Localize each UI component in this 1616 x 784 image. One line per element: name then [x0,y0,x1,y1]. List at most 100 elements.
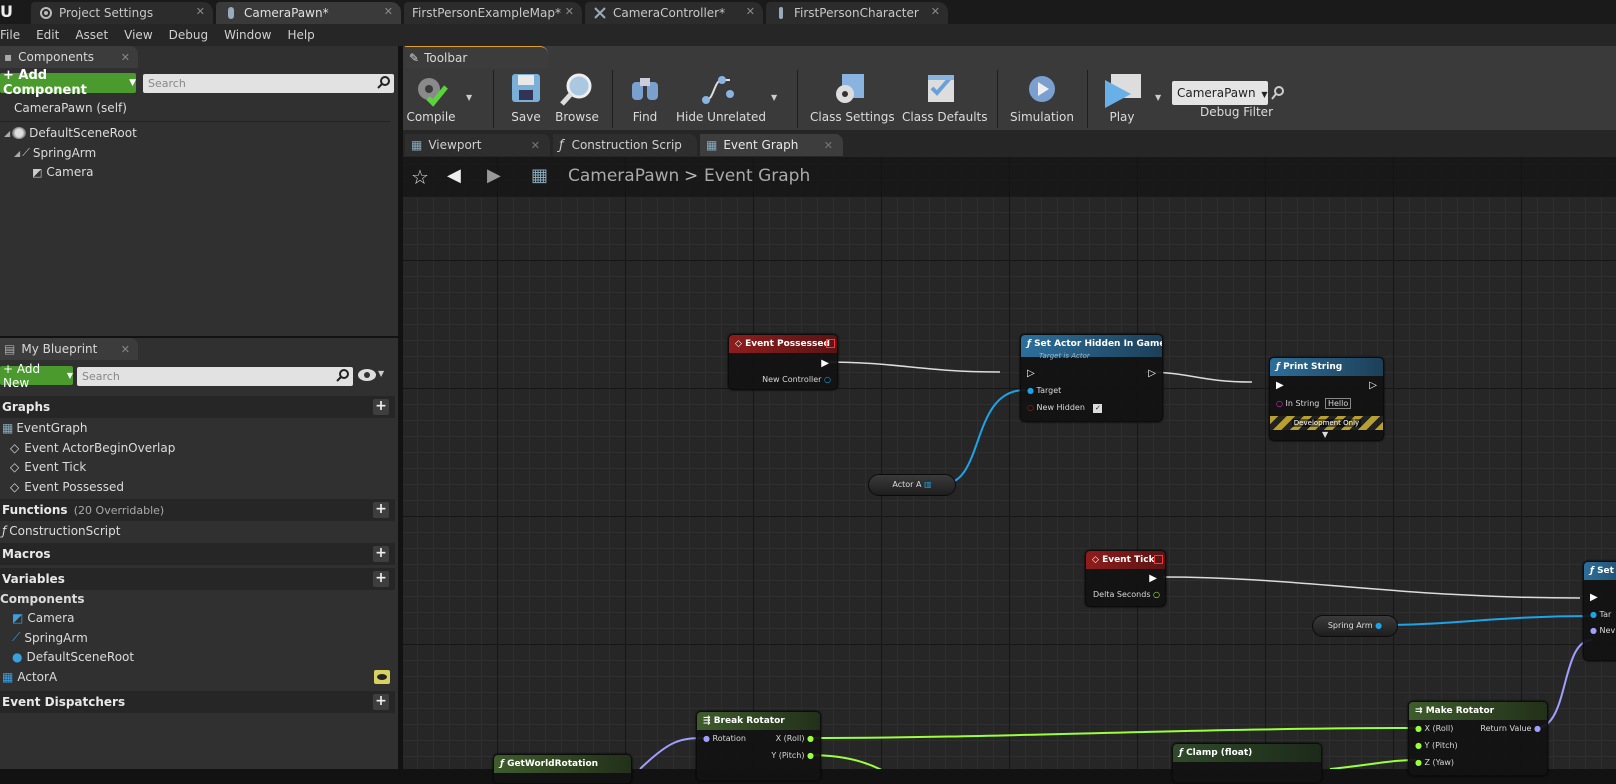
macros-header[interactable]: Macros + [0,543,395,565]
pin-y-pitch[interactable]: Y (Pitch) ● [771,751,814,760]
event-dispatchers-header[interactable]: Event Dispatchers + [0,691,395,713]
variables-header[interactable]: Variables + [0,568,395,590]
back-arrow-icon[interactable]: ◀ [447,165,461,186]
close-icon[interactable]: ✕ [121,51,130,64]
event-item[interactable]: ◇ Event Possessed [10,480,124,494]
pin-y-pitch[interactable]: ● Y (Pitch) [1415,741,1458,750]
add-function-button[interactable]: + [373,502,389,518]
exec-in-pin[interactable]: ▶ [1590,592,1598,603]
simulation-button[interactable]: Simulation [1010,70,1074,128]
tree-item-defaultsceneroot[interactable]: ◢ DefaultSceneRoot [4,126,137,140]
add-new-button[interactable]: + Add New ▼ [0,362,73,390]
add-macro-button[interactable]: + [373,546,389,562]
browse-button[interactable]: Browse [555,70,599,128]
play-button[interactable]: Play [1098,70,1146,128]
toolbar-tab[interactable]: ✎ Toolbar [405,46,548,68]
menu-view[interactable]: View [116,28,160,42]
string-value-field[interactable]: Hello [1324,398,1352,409]
graph-eventgraph[interactable]: ▦ EventGraph [2,421,88,435]
variable-defaultsceneroot[interactable]: ● DefaultSceneRoot [12,650,134,664]
doc-tab-firstpersoncharacter[interactable]: FirstPersonCharacter ✕ [766,2,948,24]
play-options-chevron-icon[interactable]: ▼ [1155,93,1161,102]
function-item[interactable]: ƒ ConstructionScript [2,524,120,538]
close-icon[interactable]: ✕ [931,5,940,18]
class-defaults-button[interactable]: Class Defaults [902,70,987,128]
variable-springarm[interactable]: ⟋ SpringArm [12,630,88,645]
close-icon[interactable]: ✕ [531,139,540,152]
close-icon[interactable]: ✕ [824,139,833,152]
doc-tab-project-settings[interactable]: Project Settings ✕ [31,2,213,24]
debug-search-icon[interactable] [1270,85,1286,101]
hide-unrelated-button[interactable]: Hide Unrelated [676,70,766,128]
graphs-header[interactable]: Graphs + [0,396,395,418]
pin-new-value[interactable]: ● Nev [1590,626,1615,635]
eye-icon[interactable] [358,369,376,381]
visibility-eye-icon[interactable] [374,670,390,684]
node-set-actor-hidden[interactable]: ƒ Set Actor Hidden In Game Target is Act… [1020,334,1163,422]
node-actor-a-getter[interactable]: Actor A ▥ [868,474,956,496]
close-icon[interactable]: ✕ [384,5,393,18]
menu-debug[interactable]: Debug [161,28,216,42]
node-print-string[interactable]: ƒ Print String ▶ ▷ ○ In String Hello Dev… [1269,357,1384,441]
expand-arrow-icon[interactable]: ◢ [14,149,20,158]
forward-arrow-icon[interactable]: ▶ [487,165,501,186]
pin-x-roll[interactable]: ● X (Roll) [1415,724,1453,733]
exec-out-pin[interactable]: ▷ [1369,380,1377,391]
my-blueprint-tab[interactable]: ▤ My Blueprint ✕ [0,338,138,360]
find-button[interactable]: Find [625,70,665,128]
expand-node-chevron-icon[interactable]: ▼ [1322,430,1328,439]
doc-tab-cameracontroller[interactable]: CameraController* ✕ [585,2,763,24]
unreal-logo-icon[interactable]: U [0,2,14,22]
expand-arrow-icon[interactable]: ◢ [4,129,10,138]
components-search-input[interactable]: Search [143,74,394,93]
breadcrumb-root[interactable]: CameraPawn [568,166,679,186]
pin-rotation[interactable]: ● Rotation [703,734,746,743]
compile-options-chevron-icon[interactable]: ▼ [466,93,472,102]
close-icon[interactable]: ✕ [565,5,574,18]
close-icon[interactable]: ✕ [121,343,130,356]
menu-window[interactable]: Window [216,28,279,42]
menu-help[interactable]: Help [279,28,322,42]
doc-tab-camerapawn[interactable]: CameraPawn* ✕ [216,2,401,24]
node-event-possessed[interactable]: ◇ Event Possessed ▶ New Controller ○ [728,334,838,390]
doc-tab-map[interactable]: FirstPersonExampleMap* ✕ [404,2,582,24]
chevron-down-icon[interactable]: ▼ [378,369,384,378]
pin-in-string[interactable]: ○ In String Hello [1276,398,1352,409]
node-spring-arm-getter[interactable]: Spring Arm ● [1312,615,1398,637]
tab-viewport[interactable]: ▦ Viewport ✕ [405,134,550,156]
tab-construction-script[interactable]: ƒ Construction Scrip [553,134,697,156]
pin-target[interactable]: ● Tar [1590,610,1611,619]
components-tab[interactable]: ▪ Components ✕ [0,46,138,68]
event-item[interactable]: ◇ Event ActorBeginOverlap [10,441,175,455]
pin-new-hidden[interactable]: ○ New Hidden ✓ [1027,403,1103,413]
compile-button[interactable]: Compile [405,70,457,128]
add-component-button[interactable]: + Add Component ▼ [0,68,136,98]
tree-item-springarm[interactable]: ◢ ⟋ SpringArm [14,146,96,160]
pin-z-yaw[interactable]: ● Z (Yaw) [1415,758,1454,767]
pin-return-value[interactable]: Return Value ● [1480,724,1541,733]
add-variable-button[interactable]: + [373,571,389,587]
pin-new-controller[interactable]: New Controller ○ [762,375,831,384]
exec-out-pin[interactable]: ▶ [1149,573,1157,584]
close-icon[interactable]: ✕ [746,5,755,18]
exec-in-pin[interactable]: ▶ [1276,380,1284,391]
functions-header[interactable]: Functions (20 Overridable) + [0,499,395,521]
class-settings-button[interactable]: Class Settings [810,70,895,128]
event-item[interactable]: ◇ Event Tick [10,460,86,474]
menu-asset[interactable]: Asset [67,28,116,42]
pin-delta-seconds[interactable]: Delta Seconds ○ [1093,590,1160,599]
menu-edit[interactable]: Edit [28,28,67,42]
node-set-partial[interactable]: ƒ Set ▶ ● Tar ● Nev [1583,561,1616,661]
tree-item-camera[interactable]: ◩ Camera [32,165,94,179]
add-dispatcher-button[interactable]: + [373,694,389,710]
graph-editor[interactable] [403,157,1616,769]
pin-x-roll[interactable]: X (Roll) ● [776,734,814,743]
hide-unrelated-chevron-icon[interactable]: ▼ [771,93,777,102]
favorite-star-icon[interactable]: ☆ [411,165,429,189]
debug-object-dropdown[interactable]: CameraPawn ▼ [1172,81,1268,105]
variable-camera[interactable]: ◩ Camera [12,611,74,625]
node-event-tick[interactable]: ◇ Event Tick ▶ Delta Seconds ○ [1085,550,1166,607]
pin-target[interactable]: ● Target [1027,386,1061,395]
node-make-rotator[interactable]: ⇉ Make Rotator ● X (Roll) Return Value ●… [1408,701,1548,776]
checkbox-checked-icon[interactable]: ✓ [1093,404,1103,413]
